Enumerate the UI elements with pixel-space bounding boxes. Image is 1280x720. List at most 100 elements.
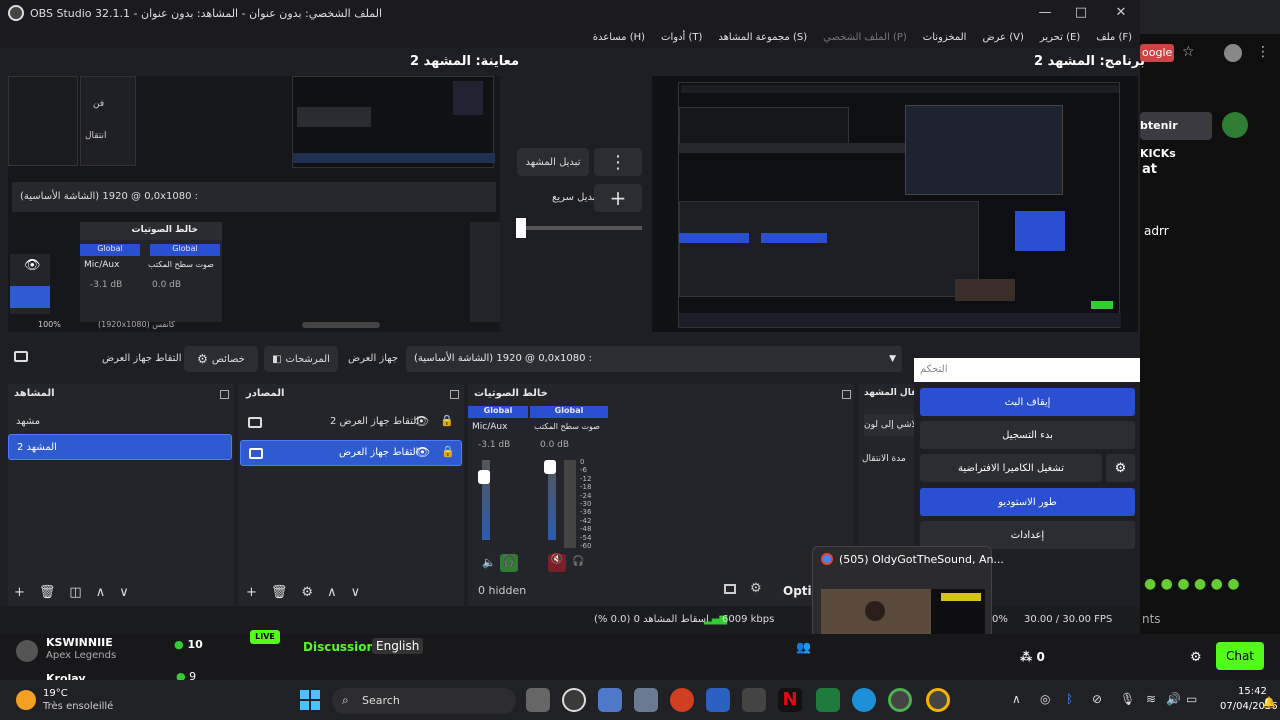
menu-item[interactable]: مساعدة (H) [593, 32, 645, 43]
menu-item[interactable]: عرض (V) [982, 32, 1023, 43]
profile-avatar-icon[interactable] [1224, 44, 1242, 62]
bluetooth-icon[interactable]: ᛒ [1066, 692, 1073, 706]
scene-filters-icon[interactable]: ◫ [69, 585, 81, 600]
menu-item[interactable]: تحرير (E) [1040, 32, 1080, 43]
capcut-icon[interactable] [742, 688, 766, 712]
mixer-settings-icon[interactable]: ⚙ [750, 581, 762, 596]
menu-item[interactable]: الملف الشخصي (P) [823, 32, 907, 43]
excel-icon[interactable] [816, 688, 840, 712]
transition-menu-button[interactable]: ⋮ [594, 148, 642, 176]
close-button[interactable]: ✕ [1112, 4, 1130, 22]
add-quick-transition-button[interactable]: + [594, 184, 642, 212]
menu-item[interactable]: مجموعة المشاهد (S) [718, 32, 807, 43]
menu-item[interactable]: أدوات (T) [661, 32, 702, 43]
wifi-icon[interactable]: ≋ [1146, 692, 1156, 706]
volume-slider-handle[interactable] [544, 460, 556, 474]
language-tag[interactable]: English [372, 638, 424, 654]
notification-icon[interactable]: 🔔 [1262, 696, 1276, 709]
source-item-selected[interactable]: التقاط جهاز العرض 👁 🔒 [240, 440, 462, 466]
word-icon[interactable] [706, 688, 730, 712]
eye-icon[interactable]: 👁 [414, 414, 429, 428]
minimize-button[interactable]: — [1036, 4, 1054, 22]
maximize-button[interactable]: □ [1072, 4, 1090, 22]
google-tab-fragment[interactable]: oogle [1140, 44, 1174, 62]
add-scene-icon[interactable]: + [14, 585, 25, 600]
scene-item-selected[interactable]: المشهد 2 [8, 434, 232, 460]
start-windows-icon[interactable] [300, 690, 320, 710]
source-item[interactable]: التقاط جهاز العرض 2 👁 🔒 [240, 410, 462, 436]
filters-button[interactable]: ◧ المرشحات [264, 346, 338, 372]
kicks-button[interactable]: btenir KICKs [1140, 112, 1212, 160]
volume-icon[interactable]: 🔊 [1166, 692, 1181, 706]
lock-icon[interactable]: 🔒 [440, 414, 454, 427]
settings-taskbar-icon[interactable] [598, 688, 622, 712]
monitor-icon [248, 417, 262, 428]
tray-app-icon[interactable]: ◎ [1040, 692, 1050, 706]
edge-icon[interactable] [852, 688, 876, 712]
chat-send-button[interactable]: Chat [1216, 642, 1264, 670]
source-settings-icon[interactable]: ⚙ [301, 585, 313, 600]
browser-menu-icon[interactable]: ⋮ [1256, 44, 1270, 60]
add-source-icon[interactable]: + [246, 585, 257, 600]
nested-global2: Global [150, 244, 220, 256]
channel-name[interactable]: Mic/Aux [472, 422, 507, 432]
menu-item[interactable]: المخزونات [923, 32, 967, 43]
start-recording-button[interactable]: بدء التسجيل [920, 421, 1135, 449]
move-up-icon[interactable]: ∧ [327, 585, 337, 600]
nested-scrollbar[interactable] [302, 322, 380, 328]
meter-scale-tick: -18 [580, 483, 592, 492]
monitor-headphones-icon[interactable]: 🎧 [572, 556, 584, 567]
weather-temp[interactable]: 19°C [43, 688, 68, 699]
eye-icon[interactable]: 👁 [415, 445, 430, 459]
battery-icon[interactable]: ▭ [1186, 692, 1197, 706]
mute-icon[interactable]: 🔇 [548, 554, 566, 572]
streamer-name[interactable]: KSWINNIIE [46, 636, 113, 649]
monitor-headphones-icon[interactable]: 🎧 [500, 554, 518, 572]
move-down-icon[interactable]: ∨ [351, 585, 361, 600]
chat-input-fragment[interactable]: nts [1142, 612, 1161, 626]
undock-icon[interactable] [450, 390, 459, 399]
undock-icon[interactable] [842, 390, 851, 399]
tray-chevron-icon[interactable]: ∧ [1012, 692, 1021, 706]
nested-eye-icon[interactable]: 👁 [24, 258, 41, 273]
transition-select[interactable]: تلاشي إلى لون [864, 414, 914, 436]
settings-button[interactable]: إعدادات [920, 521, 1135, 549]
camera-taskbar-icon[interactable] [634, 688, 658, 712]
network-off-icon[interactable]: ⊘ [1092, 692, 1102, 706]
chrome-taskbar-icon[interactable] [888, 688, 912, 712]
remove-source-icon[interactable]: 🗑 [271, 585, 288, 600]
netflix-icon[interactable]: N [778, 688, 802, 712]
obs-taskbar-icon[interactable] [562, 688, 586, 712]
move-down-icon[interactable]: ∨ [119, 585, 129, 600]
move-up-icon[interactable]: ∧ [96, 585, 106, 600]
virtual-camera-settings-icon[interactable]: ⚙ [1106, 454, 1135, 482]
scene-item[interactable]: مشهد [8, 408, 234, 434]
tbar-handle[interactable] [516, 218, 526, 238]
remove-scene-icon[interactable]: 🗑 [39, 585, 56, 600]
properties-button[interactable]: ⚙ خصائص [184, 346, 258, 372]
channel-name[interactable]: صوت سطح المكتب [534, 422, 600, 431]
preview-canvas[interactable]: فن انتقال (الشاشة الأساسية) 0,0 @ 1920x1… [8, 76, 500, 332]
undock-icon[interactable] [220, 390, 229, 399]
stop-streaming-button[interactable]: إيقاف البث [920, 388, 1135, 416]
quick-transition-label: تبديل سريع [552, 192, 599, 203]
mixer-layout-icon[interactable] [724, 584, 736, 594]
volume-slider-handle[interactable] [478, 470, 490, 484]
microphone-icon[interactable]: 🎙 [1120, 692, 1135, 706]
menu-item[interactable]: ملف (F) [1096, 32, 1132, 43]
taskbar-search[interactable]: ⌕ Search [332, 688, 516, 714]
studio-mode-button[interactable]: طور الاستوديو [920, 488, 1135, 516]
mute-icon[interactable]: 🔈 [482, 556, 496, 569]
bookmark-star-icon[interactable]: ☆ [1182, 44, 1195, 60]
discussion-tag[interactable]: Discussion [303, 640, 375, 654]
start-virtual-camera-button[interactable]: تشغيل الكاميرا الافتراضية [920, 454, 1102, 482]
nested-selected-row[interactable] [10, 286, 50, 308]
task-view-icon[interactable] [526, 688, 550, 712]
chrome2-taskbar-icon[interactable] [926, 688, 950, 712]
powerpoint-icon[interactable] [670, 688, 694, 712]
display-select[interactable]: (الشاشة الأساسية) 0,0 @ 1920x1080 : ▼ [406, 346, 902, 372]
lock-icon[interactable]: 🔒 [441, 445, 455, 458]
switch-scene-button[interactable]: تبديل المشهد [517, 148, 589, 176]
chat-settings-icon[interactable]: ⚙ [1190, 650, 1202, 665]
weather-desc[interactable]: Très ensoleillé [43, 701, 113, 712]
